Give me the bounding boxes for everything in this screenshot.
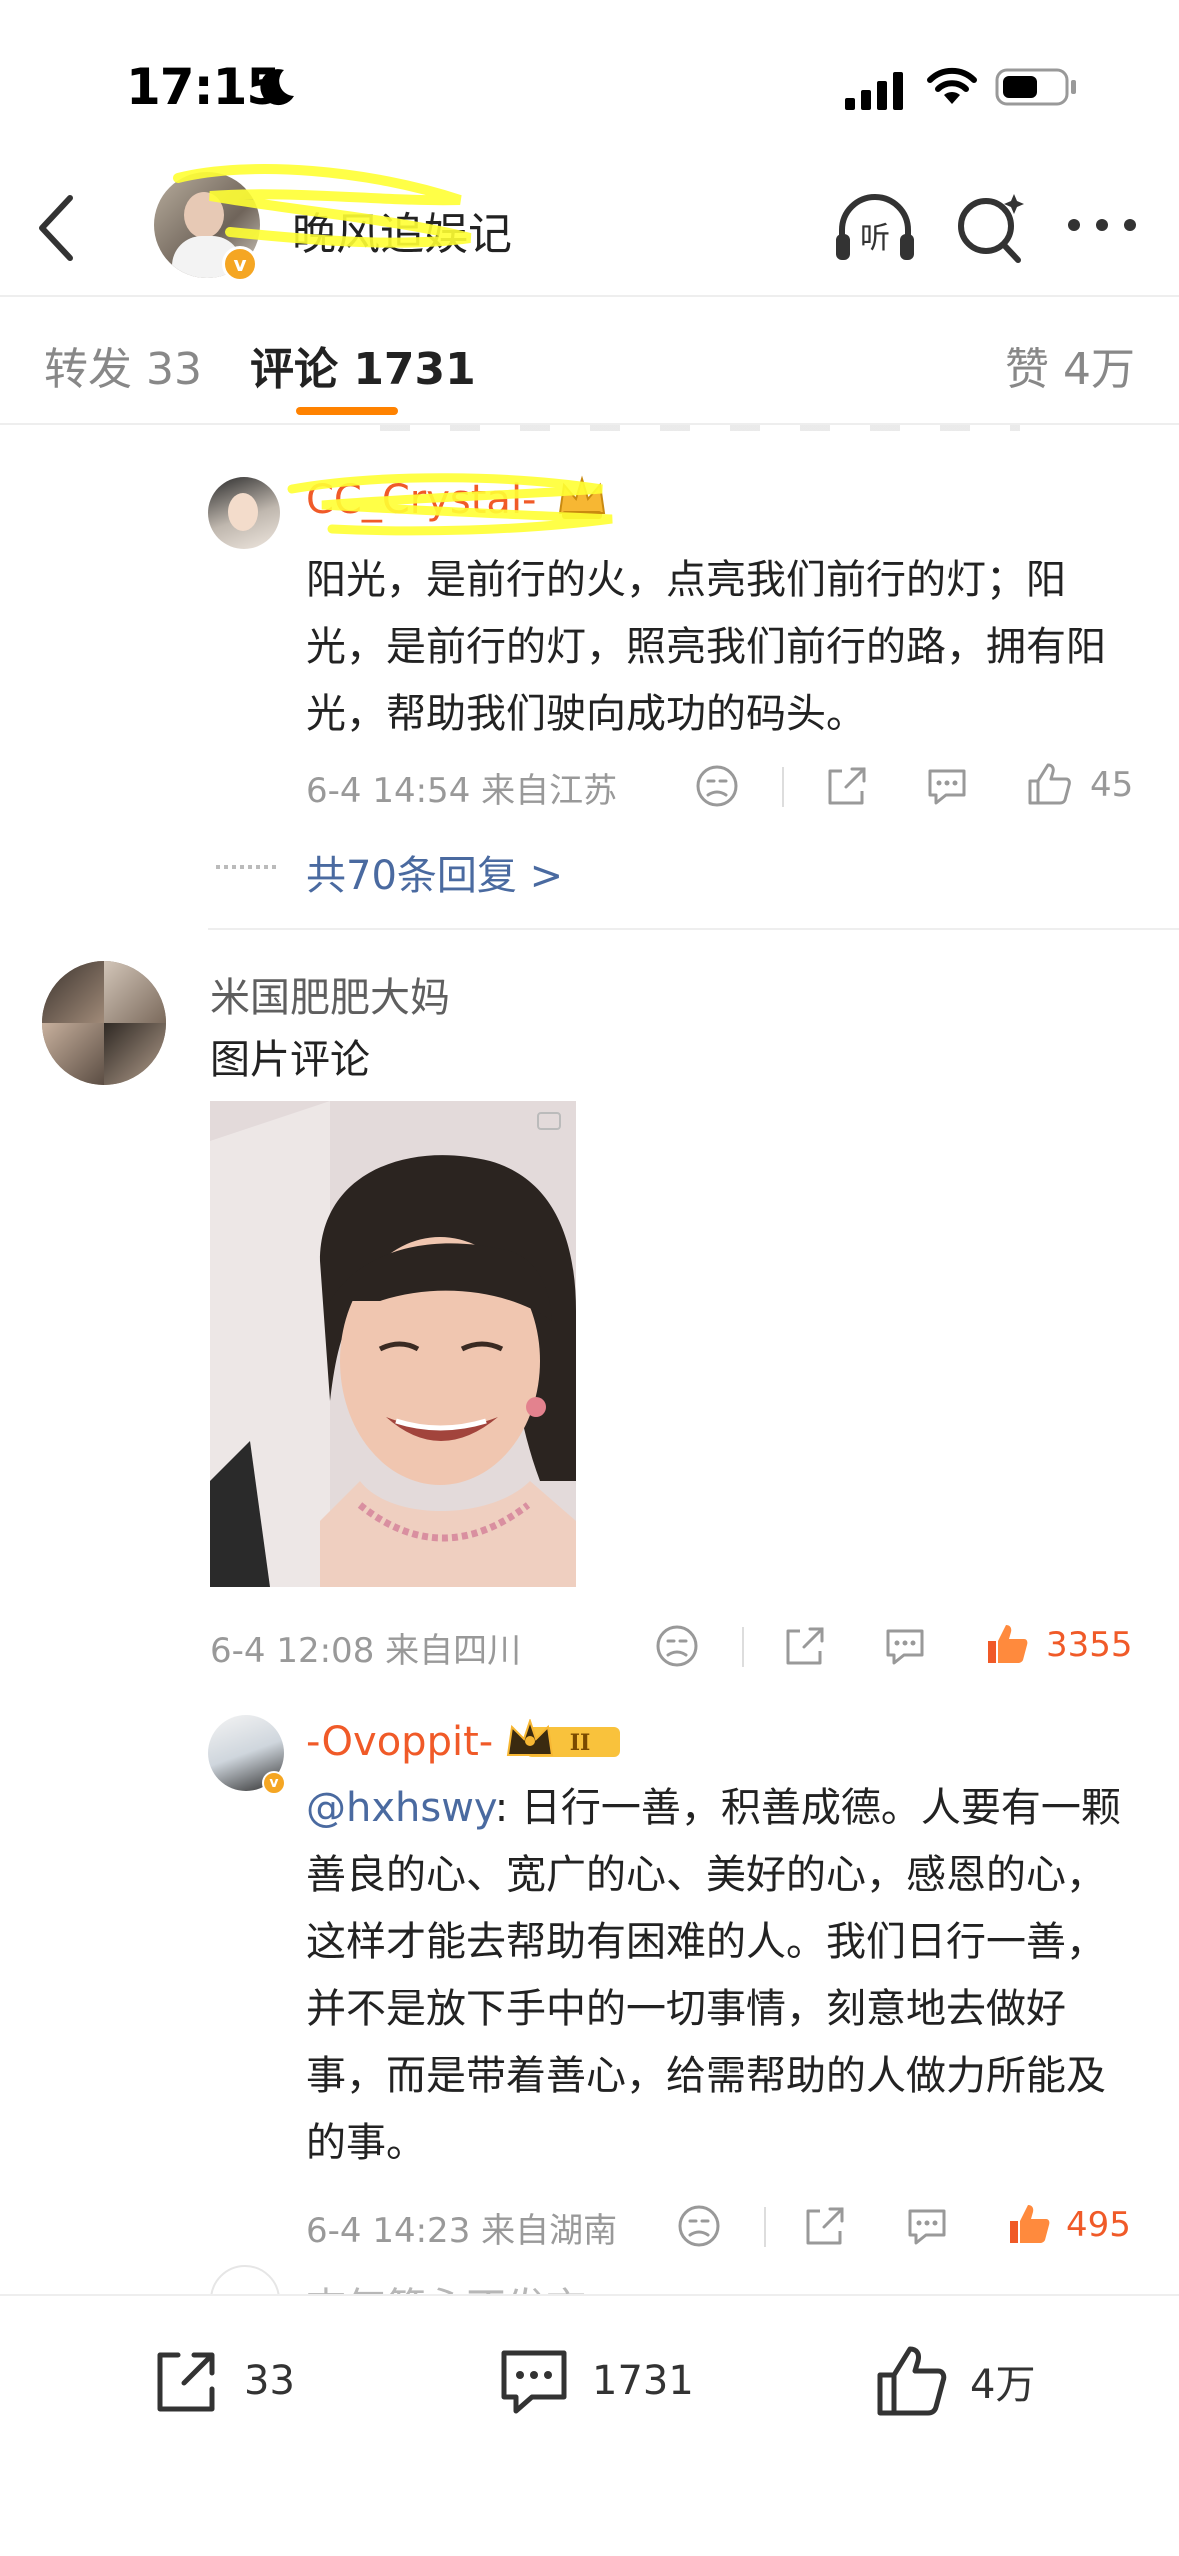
comment-text: 图片评论	[210, 1037, 370, 1083]
repost-count: 33	[244, 2358, 295, 2404]
member-level-badge-icon: II	[506, 1719, 620, 1757]
redaction-scribble	[287, 473, 613, 536]
reply-icon[interactable]	[902, 2201, 952, 2251]
dislike-icon[interactable]	[692, 761, 742, 811]
comment-divider	[208, 928, 1179, 930]
like-button[interactable]: 4万	[872, 2336, 1035, 2426]
comment-meta: 6-4 14:54 来自江苏	[306, 771, 618, 811]
reply-icon[interactable]	[880, 1621, 930, 1671]
reply-icon[interactable]	[922, 761, 972, 811]
clipped-comment-name: 志气箭永不发言	[306, 2275, 586, 2295]
member-level-label: II	[570, 1730, 591, 1756]
share-icon[interactable]	[800, 2201, 850, 2251]
verified-badge-icon: v	[262, 1771, 286, 1795]
like-icon[interactable]	[1024, 759, 1074, 809]
listen-icon[interactable]: 听	[832, 190, 918, 266]
like-count-total: 4万	[970, 2362, 1036, 2408]
bottom-toolbar: 33 1731 4万	[0, 2294, 1179, 2556]
mention-link[interactable]: @hxhswy	[306, 1785, 495, 1831]
action-separator	[782, 767, 784, 807]
clipped-row	[380, 425, 1020, 431]
share-icon	[157, 2352, 215, 2412]
comment-meta: 6-4 14:23 来自湖南	[306, 2211, 618, 2251]
commenter-name[interactable]: 米国肥肥大妈	[210, 965, 450, 1023]
like-icon-active[interactable]	[1004, 2199, 1054, 2249]
commenter-name[interactable]: -Ovoppit-	[306, 1719, 493, 1765]
moon-icon	[260, 69, 294, 106]
like-count: 495	[1066, 2205, 1131, 2245]
like-icon-active[interactable]	[982, 1619, 1032, 1669]
like-count: 45	[1090, 765, 1134, 805]
tab-bar: 转发 33 评论 1731 赞 4万	[0, 295, 1179, 425]
comment-count: 1731	[592, 2358, 694, 2404]
back-button[interactable]	[28, 188, 88, 268]
commenter-avatar[interactable]	[208, 477, 280, 549]
comment-list[interactable]: CC_Crystal- 阳光，是前行的火，点亮我们前行的灯；阳光，是前行的灯，照…	[0, 425, 1179, 2295]
svg-text:听: 听	[860, 221, 890, 256]
dislike-icon[interactable]	[674, 2201, 724, 2251]
commenter-avatar[interactable]	[210, 2265, 280, 2295]
wifi-icon	[927, 67, 977, 104]
active-tab-indicator	[296, 407, 398, 415]
tab-comments[interactable]: 评论 1731	[250, 333, 476, 397]
action-separator	[764, 2207, 766, 2247]
portrait-photo	[210, 1101, 576, 1587]
view-replies-link[interactable]: 共70条回复 >	[306, 843, 563, 901]
more-options-icon[interactable]	[1064, 210, 1140, 240]
search-icon[interactable]	[954, 188, 1028, 266]
redaction-scribble	[173, 164, 472, 248]
status-bar: 17:15	[0, 0, 1179, 150]
thumbs-up-icon	[877, 2346, 947, 2416]
action-separator	[742, 1627, 744, 1667]
tab-likes[interactable]: 赞 4万	[1005, 333, 1135, 397]
comment-photo[interactable]	[210, 1101, 576, 1587]
comment-meta: 6-4 12:08 来自四川	[210, 1631, 522, 1671]
comment-text: 阳光，是前行的火，点亮我们前行的灯；阳光，是前行的灯，照亮我们前行的路，拥有阳光…	[306, 557, 1106, 737]
like-count: 3355	[1046, 1625, 1133, 1665]
reply-thread-dots	[216, 865, 276, 869]
comment-text: @hxhswy: 日行一善，积善成德。人要有一颗善良的心、宽广的心、美好的心，感…	[306, 1785, 1121, 2166]
comment-button[interactable]: 1731	[494, 2336, 694, 2426]
dislike-icon[interactable]	[652, 1621, 702, 1671]
share-icon[interactable]	[780, 1621, 830, 1671]
comment-icon	[501, 2350, 567, 2414]
share-icon[interactable]	[822, 761, 872, 811]
tab-reposts[interactable]: 转发 33	[44, 333, 202, 397]
repost-button[interactable]: 33	[146, 2336, 295, 2426]
commenter-avatar[interactable]	[42, 961, 166, 1085]
battery-icon	[995, 68, 1076, 106]
cellular-signal-icon	[845, 72, 903, 110]
